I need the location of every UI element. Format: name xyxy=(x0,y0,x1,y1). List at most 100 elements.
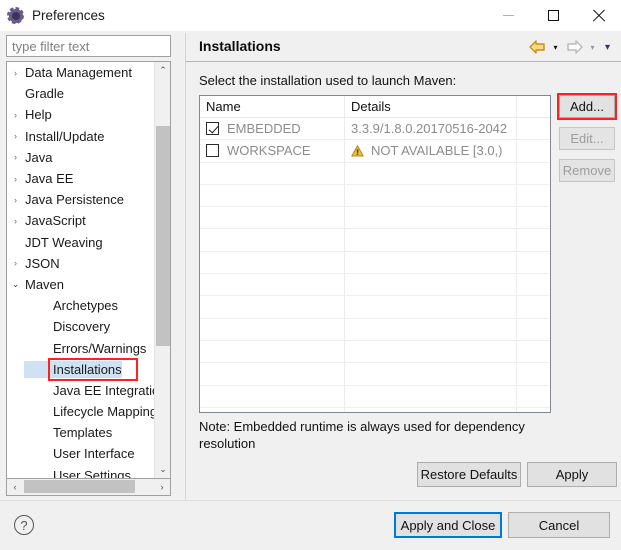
table-row-empty[interactable] xyxy=(200,363,550,386)
installation-details-cell: 3.3.9/1.8.0.20170516-2042 xyxy=(345,118,517,140)
vertical-scroll-thumb[interactable] xyxy=(156,126,170,346)
maximize-icon xyxy=(548,10,559,21)
filter-input[interactable]: type filter text xyxy=(6,35,171,57)
edit-button[interactable]: Edit... xyxy=(559,127,615,150)
sidebar-item-help[interactable]: › Help xyxy=(7,104,154,125)
chevron-right-icon[interactable]: › xyxy=(7,68,24,78)
sidebar-item-label: Discovery xyxy=(53,319,111,335)
apply-button[interactable]: Apply xyxy=(527,462,617,487)
sidebar-item-user-interface[interactable]: User Interface xyxy=(7,443,154,464)
table-body: EMBEDDED 3.3.9/1.8.0.20170516-2042 WORKSPA… xyxy=(200,118,550,412)
empty-cell xyxy=(200,229,345,251)
scroll-right-icon[interactable]: › xyxy=(154,479,170,494)
table-row-empty[interactable] xyxy=(200,385,550,408)
column-header[interactable]: Name xyxy=(200,96,345,117)
sidebar-item-label: Data Management xyxy=(25,65,132,81)
preferences-gear-icon xyxy=(7,7,24,24)
sidebar-item-user-settings[interactable]: User Settings xyxy=(7,465,154,478)
sidebar-item-archetypes[interactable]: Archetypes xyxy=(7,295,154,316)
preferences-tree[interactable]: › Data Management Gradle › Help › Install/Upda… xyxy=(6,61,171,479)
installation-extra-cell xyxy=(517,118,550,139)
scroll-left-icon[interactable]: ‹ xyxy=(7,479,23,494)
chevron-right-icon[interactable]: › xyxy=(7,110,24,120)
chevron-right-icon[interactable]: › xyxy=(7,131,24,141)
table-row-empty[interactable] xyxy=(200,184,550,208)
chevron-right-icon[interactable]: › xyxy=(7,152,24,162)
chevron-right-icon[interactable]: › xyxy=(7,216,24,226)
maximize-button[interactable] xyxy=(531,0,576,31)
table-row-empty[interactable] xyxy=(200,229,550,252)
empty-cell xyxy=(517,341,550,362)
sidebar-item-label: User Interface xyxy=(53,446,135,462)
sidebar-item-json[interactable]: › JSON xyxy=(7,253,154,274)
empty-cell xyxy=(517,386,550,407)
tree-horizontal-scrollbar[interactable]: ‹ › xyxy=(6,479,171,496)
table-row-empty[interactable] xyxy=(200,207,550,230)
window-controls xyxy=(486,0,621,31)
checkbox-checked[interactable] xyxy=(206,122,219,136)
table-row-empty[interactable] xyxy=(200,340,550,364)
installation-details: 3.3.9/1.8.0.20170516-2042 xyxy=(351,121,508,137)
empty-cell xyxy=(517,296,550,317)
empty-cell xyxy=(345,407,517,412)
column-header[interactable]: Details xyxy=(345,96,517,117)
sidebar-item-label: JDT Weaving xyxy=(25,234,103,250)
horizontal-scroll-thumb[interactable] xyxy=(24,480,135,493)
sidebar-item-java[interactable]: › Java xyxy=(7,147,154,168)
empty-cell xyxy=(345,385,517,407)
sidebar-item-discovery[interactable]: Discovery xyxy=(7,316,154,337)
sidebar-item-java-persistence[interactable]: › Java Persistence xyxy=(7,189,154,210)
close-button[interactable] xyxy=(576,0,621,31)
empty-cell xyxy=(517,185,550,206)
sidebar-item-lifecycle-mapping[interactable]: Lifecycle Mapping xyxy=(7,401,157,422)
sidebar-item-maven[interactable]: ⌄ Maven xyxy=(7,274,154,295)
table-header-row: Name Details xyxy=(200,96,550,118)
table-row-empty[interactable] xyxy=(200,318,550,341)
help-icon[interactable]: ? xyxy=(14,515,34,535)
remove-button[interactable]: Remove xyxy=(559,159,615,182)
chevron-right-icon[interactable]: › xyxy=(7,195,24,205)
sidebar-item-installations[interactable]: Installations xyxy=(7,359,154,380)
checkbox-unchecked[interactable] xyxy=(206,144,219,158)
empty-cell xyxy=(345,296,517,318)
table-row-empty[interactable] xyxy=(200,296,550,319)
tree-list: › Data Management Gradle › Help › Install/Upda… xyxy=(7,62,167,478)
add-button[interactable]: Add... xyxy=(559,95,615,118)
back-arrow-icon[interactable] xyxy=(526,36,548,58)
sidebar-item-java-ee[interactable]: › Java EE xyxy=(7,168,154,189)
page-menu-caret-icon[interactable]: ▾ xyxy=(600,36,615,58)
apply-and-close-button[interactable]: Apply and Close xyxy=(394,512,502,538)
empty-cell xyxy=(345,363,517,385)
table-row[interactable]: WORKSPACE NOT AVAILABLE [3.0,) xyxy=(200,140,550,163)
back-dropdown-caret-icon[interactable]: ▾ xyxy=(548,36,563,58)
chevron-down-icon[interactable]: ⌄ xyxy=(7,279,24,290)
scroll-down-icon[interactable]: ⌄ xyxy=(155,461,170,478)
tree-vertical-scrollbar[interactable]: ⌃ ⌄ xyxy=(154,62,170,478)
sidebar-item-java-ee-integration[interactable]: Java EE Integration xyxy=(7,380,166,401)
sidebar-item-templates[interactable]: Templates xyxy=(7,422,154,443)
table-row-empty[interactable] xyxy=(200,407,550,412)
cancel-button[interactable]: Cancel xyxy=(508,512,610,538)
sidebar-item-install-update[interactable]: › Install/Update xyxy=(7,126,154,147)
table-row-empty[interactable] xyxy=(200,251,550,275)
sidebar-item-javascript[interactable]: › JavaScript xyxy=(7,210,154,231)
column-header[interactable] xyxy=(517,96,550,117)
sidebar-item-errors-warnings[interactable]: Errors/Warnings xyxy=(7,337,154,358)
sidebar-item-data-management[interactable]: › Data Management xyxy=(7,62,154,83)
chevron-right-icon[interactable]: › xyxy=(7,174,24,184)
sidebar-item-label: Archetypes xyxy=(53,298,119,314)
installation-name: EMBEDDED xyxy=(227,121,301,137)
minimize-button[interactable] xyxy=(486,0,531,31)
empty-cell xyxy=(517,252,550,273)
chevron-right-icon[interactable]: › xyxy=(7,258,24,268)
note-text: Note: Embedded runtime is always used fo… xyxy=(199,419,525,451)
sidebar-item-gradle[interactable]: Gradle xyxy=(7,83,154,104)
table-row-empty[interactable] xyxy=(200,274,550,297)
table-row[interactable]: EMBEDDED 3.3.9/1.8.0.20170516-2042 xyxy=(200,118,550,141)
sidebar-item-jdt-weaving[interactable]: JDT Weaving xyxy=(7,232,154,253)
filter-placeholder: type filter text xyxy=(12,38,90,54)
restore-defaults-button[interactable]: Restore Defaults xyxy=(417,462,521,487)
table-row-empty[interactable] xyxy=(200,162,550,185)
scroll-up-icon[interactable]: ⌃ xyxy=(155,62,170,79)
installations-table[interactable]: Name Details EMBEDDED 3.3.9/1.8.0.20170516… xyxy=(199,95,551,413)
